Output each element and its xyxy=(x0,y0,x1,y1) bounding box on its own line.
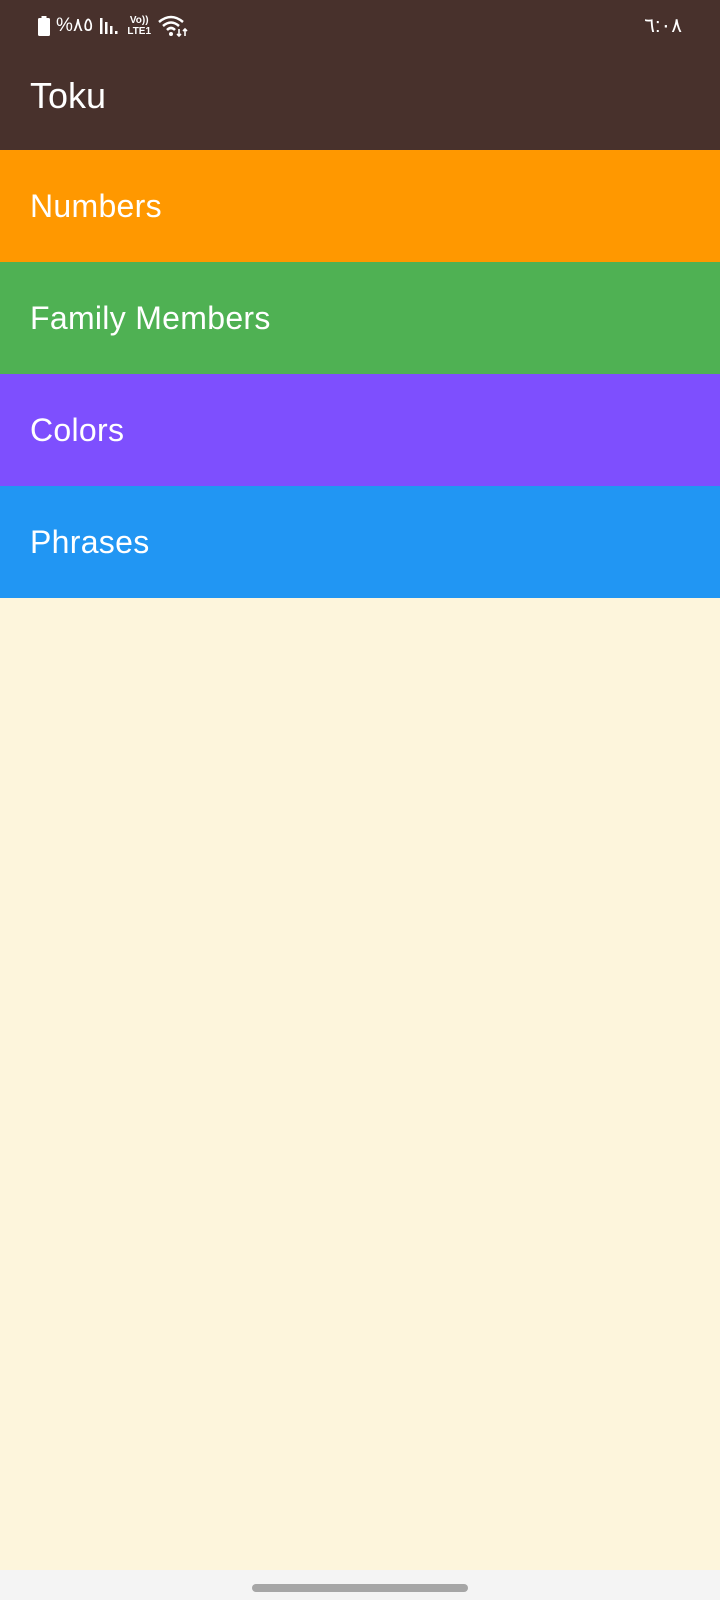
status-indicators: %٨٥ Vo)) LTE1 xyxy=(38,14,189,38)
signal-icon xyxy=(99,16,119,36)
battery-icon xyxy=(38,16,50,36)
status-bar: %٨٥ Vo)) LTE1 ٦:٠٨ xyxy=(0,0,720,52)
category-colors[interactable]: Colors xyxy=(0,374,720,486)
volte-indicator: Vo)) LTE1 xyxy=(127,15,151,37)
lte-label: LTE1 xyxy=(127,26,152,37)
app-header: %٨٥ Vo)) LTE1 ٦:٠٨ Toku xyxy=(0,0,720,150)
category-phrases[interactable]: Phrases xyxy=(0,486,720,598)
category-list: Numbers Family Members Colors Phrases xyxy=(0,150,720,598)
category-numbers[interactable]: Numbers xyxy=(0,150,720,262)
category-label: Colors xyxy=(30,411,125,448)
navigation-bar xyxy=(0,1570,720,1600)
category-label: Numbers xyxy=(30,187,162,224)
status-time: ٦:٠٨ xyxy=(644,15,682,37)
battery-percentage: %٨٥ xyxy=(56,15,94,36)
category-family-members[interactable]: Family Members xyxy=(0,262,720,374)
app-title: Toku xyxy=(30,75,107,116)
category-label: Family Members xyxy=(30,299,271,336)
category-label: Phrases xyxy=(30,523,150,560)
wifi-icon xyxy=(157,14,189,38)
volte-label: Vo)) xyxy=(129,15,149,26)
home-gesture-handle[interactable] xyxy=(252,1584,468,1592)
